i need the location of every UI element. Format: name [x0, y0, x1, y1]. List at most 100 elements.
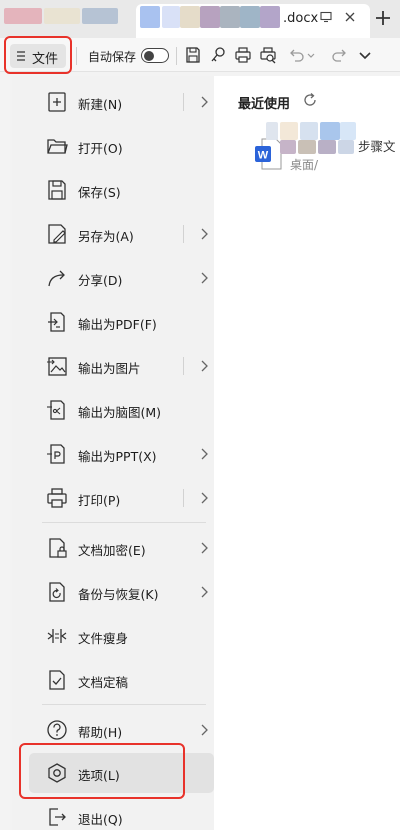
- menu-item-backup[interactable]: 备份与恢复(K): [24, 573, 214, 611]
- menu-item-save-as[interactable]: 另存为(A): [24, 215, 214, 253]
- menu-item-label: 输出为PPT(X): [78, 449, 157, 464]
- menu-item-export-pdf[interactable]: 输出为PDF(F): [24, 303, 214, 341]
- export-image-icon: [47, 357, 67, 376]
- print-icon[interactable]: [234, 46, 252, 64]
- redacted-file-name: [318, 140, 336, 154]
- file-menu-panel: 新建(N) 打开(O) 保存(S) 另存为(A) 分享(D) 输出为PDF(F)…: [12, 76, 214, 830]
- submenu-divider: [183, 225, 184, 243]
- menu-item-export-image[interactable]: 输出为图片: [24, 347, 214, 385]
- menu-item-export-ppt[interactable]: 输出为PPT(X): [24, 435, 214, 473]
- toolbar-divider: [76, 47, 77, 65]
- share-link-icon[interactable]: [209, 46, 227, 64]
- save-icon[interactable]: [184, 46, 202, 64]
- submenu-divider: [183, 489, 184, 507]
- redacted-file-name: [266, 122, 278, 140]
- menu-item-share[interactable]: 分享(D): [24, 259, 214, 297]
- chevron-right-icon[interactable]: [199, 491, 209, 505]
- menu-item-encrypt[interactable]: 文档加密(E): [24, 529, 214, 567]
- recent-file-name: 步骤文: [358, 139, 396, 154]
- backup-icon: [49, 582, 65, 602]
- save-icon: [48, 180, 66, 200]
- menu-item-label: 文档加密(E): [78, 543, 146, 558]
- encrypt-icon: [49, 538, 67, 558]
- submenu-divider: [183, 93, 184, 111]
- redacted-file-name: [298, 140, 316, 154]
- screen-icon[interactable]: [320, 11, 332, 23]
- recent-file-path: 桌面/: [290, 158, 319, 172]
- menu-item-label: 帮助(H): [78, 725, 123, 740]
- redacted-tab-title: [240, 6, 260, 28]
- redacted-file-name: [320, 122, 340, 140]
- chevron-right-icon[interactable]: [199, 271, 209, 285]
- redacted-tab-area: [82, 8, 118, 24]
- menu-divider: [42, 522, 206, 523]
- chevron-down-icon[interactable]: [306, 46, 316, 64]
- chevron-right-icon[interactable]: [199, 95, 209, 109]
- new-icon: [48, 92, 66, 112]
- redacted-tab-title: [260, 6, 280, 28]
- menu-item-save[interactable]: 保存(S): [24, 171, 214, 209]
- new-tab-icon[interactable]: [374, 9, 392, 27]
- share-icon: [48, 270, 65, 287]
- redacted-tab-title: [180, 6, 200, 28]
- menu-item-label: 新建(N): [78, 97, 123, 112]
- folder-open-icon: [47, 139, 68, 154]
- close-icon[interactable]: [344, 11, 356, 23]
- menu-divider: [42, 704, 206, 705]
- menu-item-options[interactable]: 选项(L): [29, 753, 214, 793]
- chevron-right-icon[interactable]: [199, 541, 209, 555]
- toggle-knob: [144, 50, 154, 61]
- recent-files-panel: 最近使用 W 步骤文 桌面/: [214, 76, 400, 830]
- toolbar-divider: [176, 47, 177, 65]
- finalize-icon: [49, 670, 65, 690]
- chevron-right-icon[interactable]: [199, 585, 209, 599]
- undo-icon[interactable]: [288, 46, 306, 64]
- redo-icon[interactable]: [330, 46, 348, 64]
- title-bar: .docx: [0, 0, 400, 38]
- chevron-right-icon[interactable]: [199, 723, 209, 737]
- redacted-file-name: [300, 122, 318, 140]
- export-ppt-icon: [47, 444, 65, 464]
- redacted-tab-title: [220, 6, 240, 28]
- submenu-divider: [183, 357, 184, 375]
- menu-item-label: 输出为脑图(M): [78, 405, 162, 420]
- print-icon: [47, 488, 67, 508]
- chevron-down-icon[interactable]: [356, 46, 374, 64]
- redacted-file-name: [280, 140, 296, 154]
- redacted-tab-area: [4, 8, 42, 24]
- autosave-toggle[interactable]: [141, 48, 169, 63]
- menu-item-label: 打开(O): [78, 141, 123, 156]
- word-doc-icon: W: [255, 138, 282, 170]
- menu-item-label: 保存(S): [78, 185, 121, 200]
- menu-item-open[interactable]: 打开(O): [24, 127, 214, 165]
- exit-icon: [49, 808, 66, 826]
- menu-item-label: 分享(D): [78, 273, 123, 288]
- help-icon: [47, 720, 67, 740]
- quick-toolbar: 文件 自动保存: [0, 38, 400, 72]
- tab-title: .docx: [283, 11, 319, 26]
- menu-item-print[interactable]: 打印(P): [24, 479, 214, 517]
- export-pdf-icon: [48, 312, 65, 332]
- recent-title: 最近使用: [238, 97, 291, 112]
- menu-item-label: 另存为(A): [78, 229, 134, 244]
- menu-item-exit[interactable]: 退出(Q): [24, 798, 214, 830]
- hamburger-icon: [17, 51, 25, 61]
- chevron-right-icon[interactable]: [199, 447, 209, 461]
- redacted-file-name: [340, 122, 356, 140]
- menu-item-finalize[interactable]: 文档定稿: [24, 661, 214, 699]
- menu-item-export-mindmap[interactable]: 输出为脑图(M): [24, 391, 214, 429]
- menu-item-label: 文档定稿: [78, 675, 129, 690]
- save-as-icon: [48, 224, 66, 244]
- chevron-right-icon[interactable]: [199, 359, 209, 373]
- chevron-right-icon[interactable]: [199, 227, 209, 241]
- menu-item-slim[interactable]: 文件瘦身: [24, 617, 214, 655]
- export-mindmap-icon: [47, 400, 65, 420]
- refresh-icon[interactable]: [302, 92, 318, 108]
- menu-item-label: 打印(P): [78, 493, 121, 508]
- print-preview-icon[interactable]: [259, 46, 277, 64]
- menu-item-help[interactable]: 帮助(H): [24, 711, 214, 749]
- menu-item-label: 文件瘦身: [78, 631, 129, 646]
- menu-item-new[interactable]: 新建(N): [24, 83, 214, 121]
- file-menu-button[interactable]: 文件: [10, 44, 66, 68]
- redacted-file-name: [338, 140, 354, 154]
